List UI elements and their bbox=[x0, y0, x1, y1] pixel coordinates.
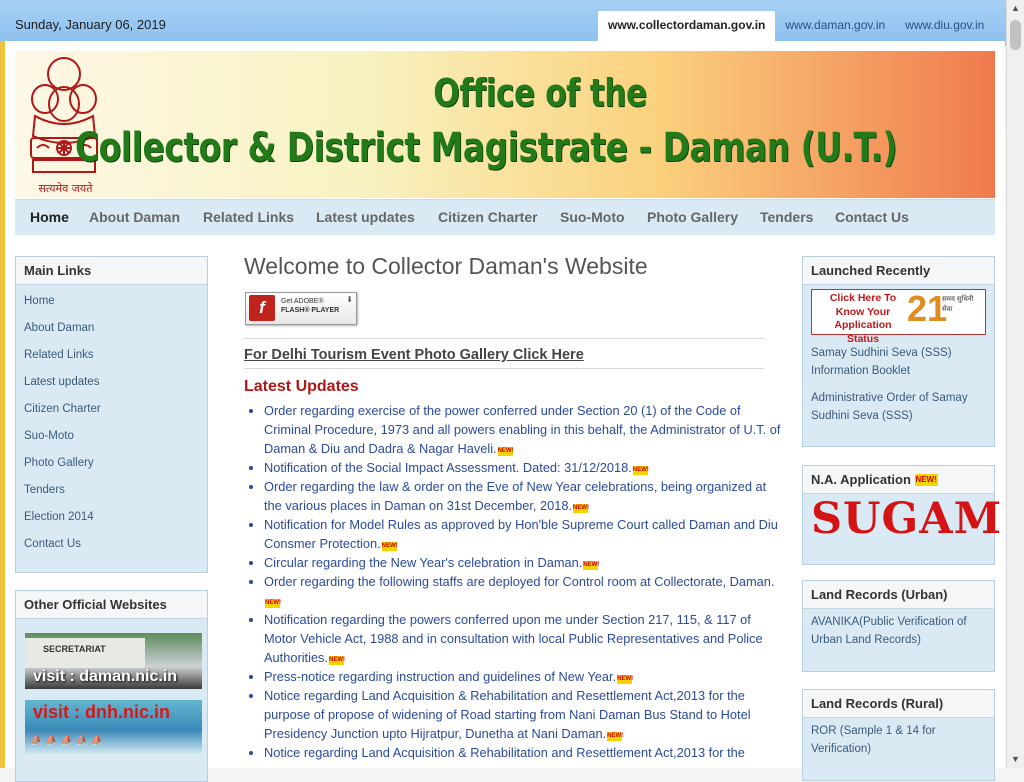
nav-latest-updates[interactable]: Latest updates bbox=[316, 200, 415, 235]
new-badge-icon: NEW! bbox=[265, 599, 281, 608]
update-link[interactable]: Notice regarding Land Acquisition & Reha… bbox=[264, 745, 745, 760]
new-badge-icon: NEW! bbox=[914, 474, 938, 486]
download-icon: ⬇ bbox=[346, 295, 353, 304]
nav-suo-moto[interactable]: Suo-Moto bbox=[560, 200, 625, 235]
main-links-title: Main Links bbox=[16, 257, 207, 285]
new-badge-icon: NEW! bbox=[607, 732, 624, 741]
visit-dnh-label: visit : dnh.nic.in bbox=[33, 702, 171, 722]
sidebar-item-suo-moto[interactable]: Suo-Moto bbox=[24, 423, 207, 450]
delhi-tourism-gallery-link[interactable]: For Delhi Tourism Event Photo Gallery Cl… bbox=[244, 347, 584, 363]
page-title: Welcome to Collector Daman's Website bbox=[244, 253, 648, 279]
vertical-scrollbar[interactable]: ▲ ▼ bbox=[1006, 0, 1024, 768]
update-item: Notification for Model Rules as approved… bbox=[264, 515, 784, 553]
new-badge-icon: NEW! bbox=[497, 447, 514, 456]
application-status-banner[interactable]: Click Here To Know Your Application Stat… bbox=[811, 288, 986, 345]
latest-updates-heading: Latest Updates bbox=[244, 378, 359, 395]
land-records-urban-title: Land Records (Urban) bbox=[803, 581, 994, 609]
latest-updates-list: Order regarding exercise of the power co… bbox=[244, 401, 784, 762]
scroll-up-arrow-icon[interactable]: ▲ bbox=[1007, 0, 1024, 17]
sidebar-item-related-links[interactable]: Related Links bbox=[24, 342, 207, 369]
nav-photo-gallery[interactable]: Photo Gallery bbox=[647, 200, 738, 235]
new-badge-icon: NEW! bbox=[329, 656, 346, 665]
land-records-rural-title: Land Records (Rural) bbox=[803, 690, 994, 718]
sidebar-item-latest-updates[interactable]: Latest updates bbox=[24, 369, 207, 396]
update-item: Press-notice regarding instruction and g… bbox=[264, 667, 784, 686]
application-status-label: Click Here To Know Your Application Stat… bbox=[829, 292, 897, 345]
update-link[interactable]: Notification of the Social Impact Assess… bbox=[264, 460, 632, 475]
top-bar: Sunday, January 06, 2019 www.collectorda… bbox=[0, 0, 1024, 46]
launched-recently-title: Launched Recently bbox=[803, 257, 994, 285]
sugam-logo-link[interactable]: SUGAM bbox=[811, 496, 1001, 542]
scrollbar-thumb[interactable] bbox=[1010, 20, 1021, 50]
boats-image: ⛵ ⛵ ⛵ ⛵ ⛵ bbox=[30, 735, 104, 746]
nav-contact-us[interactable]: Contact Us bbox=[835, 200, 909, 235]
sidebar-item-election-2014[interactable]: Election 2014 bbox=[24, 504, 207, 531]
sidebar-item-home[interactable]: Home bbox=[24, 288, 207, 315]
new-badge-icon: NEW! bbox=[573, 504, 590, 513]
banner-title-line2: Collector & District Magistrate - Daman … bbox=[75, 125, 898, 171]
nav-home[interactable]: Home bbox=[30, 200, 69, 235]
sidebar-item-about-daman[interactable]: About Daman bbox=[24, 315, 207, 342]
update-item: Circular regarding the New Year's celebr… bbox=[264, 553, 784, 572]
header-banner: सत्यमेव जयते Office of the Collector & D… bbox=[15, 51, 995, 198]
ror-link[interactable]: ROR (Sample 1 & 14 for Verification) bbox=[811, 722, 986, 758]
emblem-motto: सत्यमेव जयते bbox=[38, 182, 93, 195]
update-item: Notification of the Social Impact Assess… bbox=[264, 458, 784, 477]
update-link[interactable]: Notice regarding Land Acquisition & Reha… bbox=[264, 688, 751, 741]
nav-related-links[interactable]: Related Links bbox=[203, 200, 294, 235]
update-link[interactable]: Notification for Model Rules as approved… bbox=[264, 517, 778, 551]
sss-order-link[interactable]: Administrative Order of Samay Sudhini Se… bbox=[811, 389, 986, 425]
update-item: Order regarding exercise of the power co… bbox=[264, 401, 784, 458]
tab-collectordaman[interactable]: www.collectordaman.gov.in bbox=[598, 11, 776, 44]
visit-daman-label: visit : daman.nic.in bbox=[33, 668, 178, 685]
divider bbox=[244, 338, 764, 339]
nav-about-daman[interactable]: About Daman bbox=[89, 200, 180, 235]
get-flash-player-button[interactable]: f Get ADOBE® FLASH® PLAYER ⬇ bbox=[245, 292, 357, 325]
new-badge-icon: NEW! bbox=[632, 466, 649, 475]
update-item: Notification regarding the powers confer… bbox=[264, 610, 784, 667]
main-nav: Home About Daman Related Links Latest up… bbox=[15, 199, 995, 235]
divider bbox=[244, 368, 764, 369]
update-item: Order regarding the following staffs are… bbox=[264, 572, 784, 610]
update-link[interactable]: Order regarding the following staffs are… bbox=[264, 574, 774, 589]
flash-label-2: FLASH® PLAYER bbox=[281, 307, 340, 314]
application-status-hindi: समय सुधिनी सेवा bbox=[942, 296, 974, 313]
sidebar-item-citizen-charter[interactable]: Citizen Charter bbox=[24, 396, 207, 423]
other-websites-title: Other Official Websites bbox=[16, 591, 207, 619]
update-link[interactable]: Order regarding exercise of the power co… bbox=[264, 403, 780, 456]
visit-dnh-banner[interactable]: visit : dnh.nic.in ⛵ ⛵ ⛵ ⛵ ⛵ bbox=[25, 700, 202, 755]
sidebar-item-tenders[interactable]: Tenders bbox=[24, 477, 207, 504]
flash-logo-icon: f bbox=[249, 295, 275, 321]
new-badge-icon: NEW! bbox=[583, 561, 600, 570]
nav-tenders[interactable]: Tenders bbox=[760, 200, 813, 235]
nav-citizen-charter[interactable]: Citizen Charter bbox=[438, 200, 538, 235]
secretariat-label: SECRETARIAT bbox=[43, 644, 106, 654]
new-badge-icon: NEW! bbox=[381, 542, 398, 551]
secretariat-building-image: SECRETARIAT bbox=[25, 638, 145, 668]
site-tabs: www.collectordaman.gov.in www.daman.gov.… bbox=[598, 11, 994, 45]
update-link[interactable]: Order regarding the law & order on the E… bbox=[264, 479, 766, 513]
update-item: Notice regarding Land Acquisition & Reha… bbox=[264, 743, 784, 762]
flash-label-1: Get ADOBE® bbox=[281, 298, 324, 305]
sidebar-item-contact-us[interactable]: Contact Us bbox=[24, 531, 207, 558]
update-item: Order regarding the law & order on the E… bbox=[264, 477, 784, 515]
scroll-down-arrow-icon[interactable]: ▼ bbox=[1007, 751, 1024, 768]
update-link[interactable]: Press-notice regarding instruction and g… bbox=[264, 669, 616, 684]
sidebar-item-photo-gallery[interactable]: Photo Gallery bbox=[24, 450, 207, 477]
avanika-link[interactable]: AVANIKA(Public Verification of Urban Lan… bbox=[811, 613, 986, 649]
tab-daman[interactable]: www.daman.gov.in bbox=[775, 11, 895, 41]
main-links-panel: Main Links Home About Daman Related Link… bbox=[15, 256, 208, 573]
banner-title-line1: Office of the bbox=[433, 71, 647, 115]
visit-daman-banner[interactable]: SECRETARIAT visit : daman.nic.in bbox=[25, 633, 202, 689]
na-application-title: N.A. Application NEW! bbox=[803, 466, 994, 494]
update-link[interactable]: Circular regarding the New Year's celebr… bbox=[264, 555, 582, 570]
update-item: Notice regarding Land Acquisition & Reha… bbox=[264, 686, 784, 743]
new-badge-icon: NEW! bbox=[617, 675, 634, 684]
tab-diu[interactable]: www.diu.gov.in bbox=[895, 11, 994, 41]
current-date: Sunday, January 06, 2019 bbox=[15, 17, 166, 32]
sss-booklet-link[interactable]: Samay Sudhini Seva (SSS) Information Boo… bbox=[811, 344, 986, 380]
na-application-label: N.A. Application bbox=[811, 472, 911, 487]
